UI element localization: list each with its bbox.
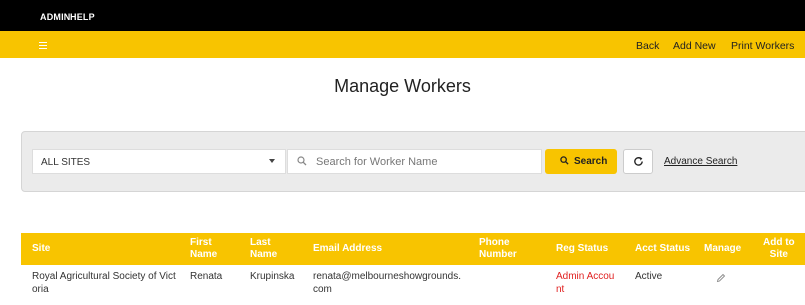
col-header-first-name[interactable]: First Name: [190, 237, 217, 261]
col-header-add-to-site: Add to Site: [763, 237, 795, 260]
refresh-button[interactable]: [623, 149, 653, 174]
col-header-reg-status[interactable]: Reg Status: [556, 243, 608, 255]
table-row[interactable]: Royal Agricultural Society of Vict oria R…: [21, 265, 805, 305]
advance-search-link[interactable]: Advance Search: [664, 156, 737, 167]
top-menu-bar: ADMIN HELP: [0, 0, 805, 31]
cell-site: Royal Agricultural Society of Vict oria: [32, 271, 176, 295]
search-button-label: Search: [574, 156, 608, 167]
col-header-acct-status[interactable]: Acct Status: [635, 243, 690, 255]
add-new-link[interactable]: Add New: [673, 40, 716, 52]
admin-menu-link[interactable]: ADMIN: [40, 12, 71, 22]
cell-last-name: Krupinska: [250, 271, 295, 282]
refresh-icon: [634, 156, 643, 166]
cell-first-name: Renata: [190, 271, 223, 282]
col-header-site[interactable]: Site: [32, 243, 50, 255]
page-title: Manage Workers: [334, 76, 471, 96]
print-workers-link[interactable]: Print Workers: [731, 40, 794, 52]
chevron-down-icon: [269, 159, 275, 163]
site-select[interactable]: ALL SITES: [32, 149, 286, 174]
edit-pencil-icon[interactable]: [716, 273, 726, 283]
col-header-last-name[interactable]: Last Name: [250, 237, 277, 261]
back-link[interactable]: Back: [636, 40, 659, 52]
cell-acct-status: Active: [635, 271, 663, 282]
cell-reg-status: Admin Accou nt: [556, 271, 615, 295]
search-icon: [560, 156, 569, 165]
worker-search-input[interactable]: [316, 154, 536, 170]
col-header-manage: Manage: [704, 243, 742, 254]
help-menu-link[interactable]: HELP: [70, 12, 95, 22]
table-header: Site First Name Last Name Email Address Ph…: [21, 233, 805, 265]
hamburger-menu-icon[interactable]: [39, 42, 47, 51]
col-header-email[interactable]: Email Address: [313, 243, 382, 255]
site-select-value: ALL SITES: [41, 157, 91, 168]
col-header-phone[interactable]: Phone Number: [479, 237, 517, 261]
search-icon: [297, 156, 307, 166]
worker-search-field[interactable]: [287, 149, 542, 174]
cell-email: renata@melbourneshowgrounds. com: [313, 271, 462, 295]
search-button[interactable]: Search: [545, 149, 617, 174]
